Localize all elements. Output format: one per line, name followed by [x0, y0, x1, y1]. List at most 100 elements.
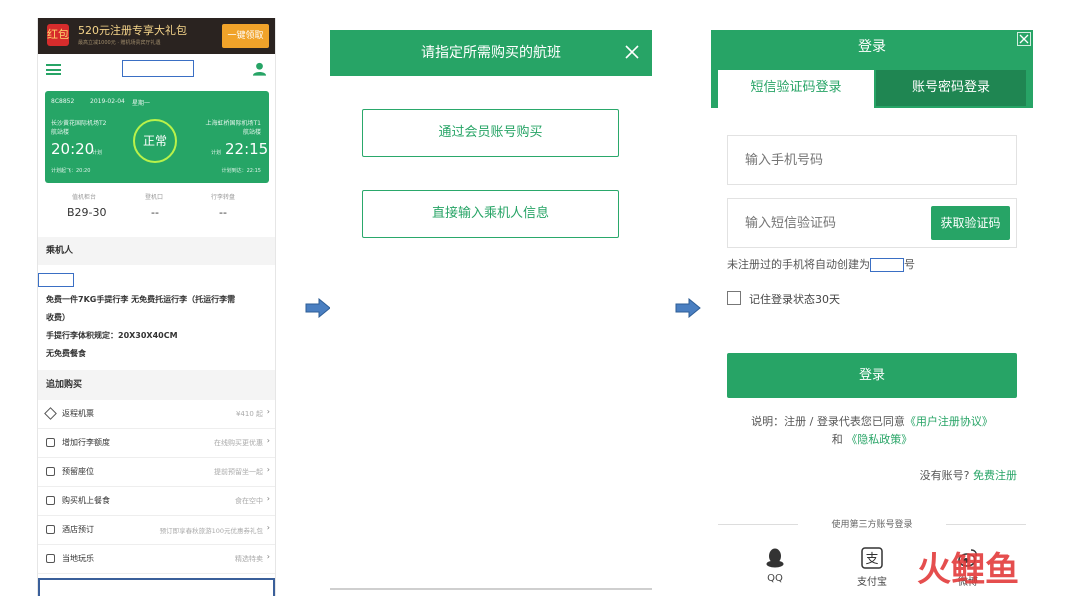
addon-label: 酒店预订 [62, 525, 94, 534]
addon-section-title: 追加购买 [38, 370, 275, 400]
departure-plan-tag: 计划 [92, 150, 103, 156]
plane-icon [44, 407, 57, 420]
buy-with-member-account-button[interactable]: 通过会员账号购买 [362, 109, 619, 157]
dialog-bottom-edge [330, 588, 652, 590]
addon-inflight-meal[interactable]: 购买机上餐食 食在空中 › [38, 487, 275, 516]
qq-label: QQ [767, 573, 783, 584]
baggage-carousel-value: -- [219, 206, 227, 219]
flight-number: 8C8852 [51, 98, 75, 105]
baggage-info-line-1: 免费一件7KG手提行李 无免费托运行李（托运行李需 [46, 295, 236, 304]
addon-hint: 食在空中 [235, 497, 263, 505]
addon-hint: 在线购买更优惠 [214, 439, 263, 447]
agreement-and: 和 [831, 433, 843, 446]
addon-hint: ¥410 起 [235, 410, 263, 418]
departure-airport: 长沙黄花国际机场T2 [51, 120, 107, 127]
addon-label: 购买机上餐食 [62, 496, 110, 505]
meal-icon [46, 496, 55, 505]
chevron-right-icon: › [266, 436, 270, 445]
user-icon[interactable] [252, 61, 267, 77]
note-suffix: 号 [904, 258, 915, 271]
enter-passenger-info-button[interactable]: 直接输入乘机人信息 [362, 190, 619, 238]
gift-envelope-icon: 红包 [47, 24, 69, 46]
luggage-icon [46, 438, 55, 447]
arrival-time: 22:15 [225, 140, 269, 158]
qq-icon[interactable] [764, 547, 786, 569]
close-icon[interactable] [624, 44, 640, 60]
addon-hotel-booking[interactable]: 酒店预订 预订即享春秋旅游100元优惠券礼包 › [38, 516, 275, 545]
addon-local-activities[interactable]: 当地玩乐 精选特卖 › [38, 545, 275, 574]
passenger-section-title: 乘机人 [38, 237, 275, 265]
tab-password-login[interactable]: 账号密码登录 [876, 70, 1026, 106]
banner-title: 520元注册专享大礼包 [78, 24, 187, 37]
arrow-right-icon [305, 298, 331, 318]
watermark-logo: 火鲤鱼 [917, 550, 1019, 590]
baggage-carousel-label: 行李转盘 [211, 194, 236, 201]
departure-terminal: 航站楼 [51, 129, 70, 136]
no-account-text: 没有账号? [919, 469, 970, 482]
privacy-policy-link[interactable]: 《隐私政策》 [846, 433, 912, 446]
addon-hint: 精选特卖 [235, 555, 263, 563]
divider-line [946, 524, 1026, 525]
flight-detail-panel: 红包 520元注册专享大礼包 最高立减1000元 · 赠机场贵宾厅礼遇 一键领取… [37, 18, 276, 596]
passenger-name-box[interactable] [38, 273, 74, 287]
activity-icon [46, 554, 55, 563]
redacted-title-box [122, 60, 194, 77]
register-line: 没有账号? 免费注册 [920, 467, 1017, 483]
get-code-button[interactable]: 获取验证码 [931, 206, 1010, 240]
addon-extra-baggage[interactable]: 增加行李额度 在线购买更优惠 › [38, 429, 275, 458]
checkin-value: B29-30 [67, 206, 107, 219]
chevron-right-icon: › [266, 407, 270, 416]
agreement-text: 说明：注册 / 登录代表您已同意 [751, 415, 905, 428]
arrival-plan-tag: 计划 [211, 150, 222, 156]
addon-hint: 预订即享春秋旅游100元优惠券礼包 [159, 527, 263, 535]
dialog-title: 请指定所需购买的航班 [421, 45, 561, 61]
free-register-link[interactable]: 免费注册 [973, 469, 1017, 482]
meal-info: 无免费餐食 [46, 349, 86, 358]
agreement-line: 说明：注册 / 登录代表您已同意《用户注册协议》 [711, 413, 1033, 429]
user-agreement-link[interactable]: 《用户注册协议》 [905, 415, 993, 428]
addon-return-ticket[interactable]: 返程机票 ¥410 起 › [38, 400, 275, 429]
flight-weekday: 星期一 [132, 100, 151, 107]
login-title: 登录 [858, 39, 886, 55]
flight-purchase-dialog: 请指定所需购买的航班 通过会员账号购买 直接输入乘机人信息 [330, 30, 652, 593]
close-icon[interactable] [1017, 32, 1031, 46]
baggage-info-line-2: 收费） [46, 313, 70, 322]
login-button[interactable]: 登录 [727, 353, 1017, 398]
boarding-gate-label: 登机口 [145, 194, 164, 201]
note-text: 未注册过的手机将自动创建为 [727, 258, 870, 271]
addon-label: 返程机票 [62, 409, 94, 418]
bottom-highlight-box [38, 578, 275, 596]
gate-info: 值机柜台 B29-30 登机口 -- 行李转盘 -- [45, 184, 269, 229]
addon-seat-reservation[interactable]: 预留座位 提前预留坐一起 › [38, 458, 275, 487]
chevron-right-icon: › [266, 465, 270, 474]
redacted-brand-box [870, 258, 904, 272]
remember-login-checkbox[interactable] [727, 291, 741, 305]
chevron-right-icon: › [266, 494, 270, 503]
addon-hint: 提前预留坐一起 [214, 468, 263, 476]
promo-banner[interactable]: 红包 520元注册专享大礼包 最高立减1000元 · 赠机场贵宾厅礼遇 一键领取 [38, 18, 275, 54]
claim-button[interactable]: 一键领取 [222, 24, 269, 48]
privacy-line: 和 《隐私政策》 [711, 431, 1033, 447]
auto-register-note: 未注册过的手机将自动创建为 号 [727, 256, 915, 272]
baggage-size-rule: 手提行李体积规定：20X30X40CM [46, 331, 178, 340]
arrival-terminal: 航站楼 [242, 129, 261, 136]
planned-departure: 计划起飞：20:20 [51, 168, 91, 174]
addon-label: 增加行李额度 [62, 438, 110, 447]
chevron-right-icon: › [266, 552, 270, 561]
third-party-login-divider: 使用第三方账号登录 [718, 517, 1026, 531]
alipay-label: 支付宝 [857, 577, 887, 588]
alipay-icon[interactable]: 支 [861, 547, 883, 569]
login-panel: 登录 短信验证码登录 账号密码登录 获取验证码 未注册过的手机将自动创建为 号 记… [711, 30, 1033, 596]
alipay-glyph: 支 [865, 552, 878, 567]
tab-sms-login[interactable]: 短信验证码登录 [718, 70, 874, 108]
addon-label: 当地玩乐 [62, 554, 94, 563]
flight-card: 8C8852 2019-02-04 星期一 长沙黄花国际机场T2 航站楼 上海虹… [45, 91, 269, 183]
departure-time: 20:20 [51, 140, 95, 158]
phone-input[interactable] [727, 135, 1017, 185]
menu-icon[interactable] [46, 64, 61, 75]
boarding-gate-value: -- [151, 206, 159, 219]
seat-icon [46, 467, 55, 476]
hotel-icon [46, 525, 55, 534]
checkin-label: 值机柜台 [72, 194, 97, 201]
top-bar [38, 56, 275, 82]
